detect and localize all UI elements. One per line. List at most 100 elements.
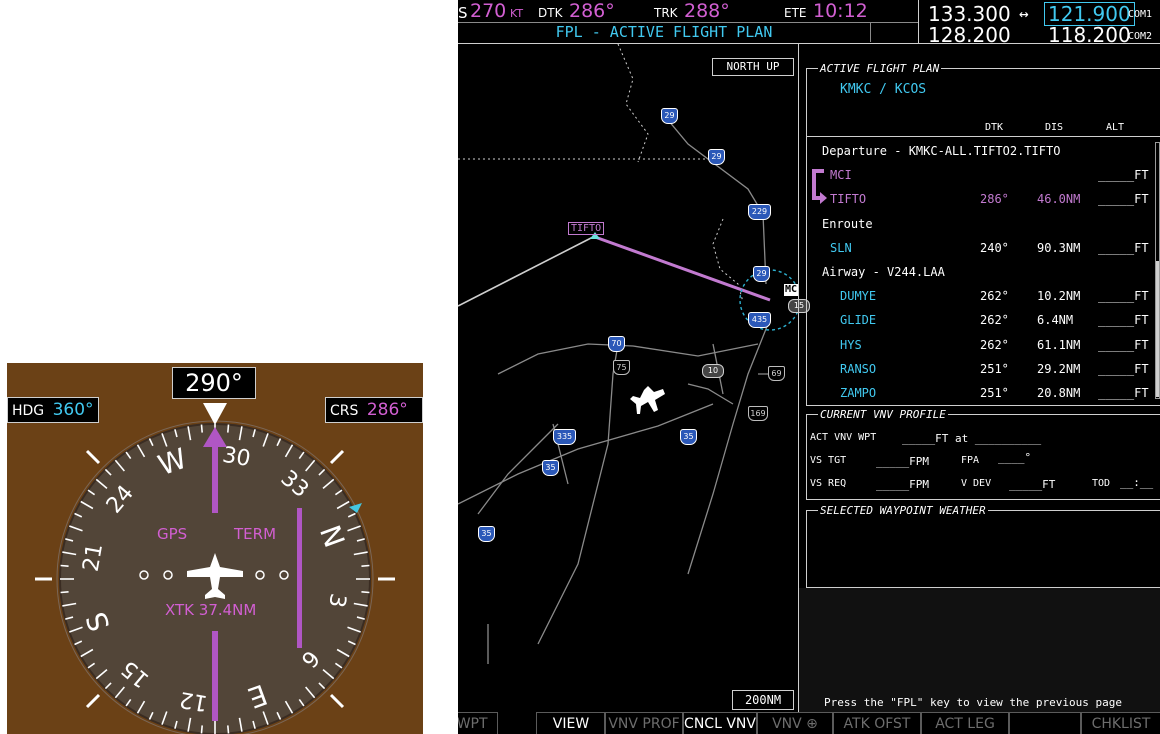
compass-tick [200,424,203,433]
trk-label: TRK [654,6,678,20]
com1-label: COM1 [1128,9,1153,20]
fpl-alt[interactable]: _____FT [1098,168,1149,182]
fpl-dtk: 262° [980,313,1009,328]
interstate-shield: 29 [753,266,770,282]
footer-hint: Press the "FPL" key to view the previous… [824,696,1123,709]
gs-prefix: S [458,4,468,22]
fpl-dtk: 251° [980,386,1009,400]
col-dis: DIS [1045,122,1064,133]
active-fpl-panel [806,68,1160,406]
softkey-chklist[interactable]: CHKLIST [1080,712,1160,734]
fpl-waypoint-name[interactable]: GLIDE [840,313,876,327]
xtk-readout: XTK 37.4NM [165,601,257,619]
crs-box[interactable]: CRS 286° [325,397,423,423]
compass-label: 21 [79,542,108,574]
fpl-alt[interactable]: _____FT [1098,338,1149,352]
fpl-alt[interactable]: _____FT [1098,362,1149,376]
page-title: FPL - ACTIVE FLIGHT PLAN [555,23,773,41]
softkey-act-leg[interactable]: ACT LEG [920,712,1010,734]
moving-map[interactable]: NORTH UP TIFTO MC 29 29 229 29 435 70 33… [458,44,810,712]
vs-tgt-label: VS TGT [810,455,847,466]
compass-tick [227,725,230,734]
tod-value: __:__ [1120,476,1154,489]
fpl-waypoint-name[interactable]: ZAMPO [840,386,876,400]
fpl-section-header[interactable]: Departure - KMKC-ALL.TIFTO2.TIFTO [822,144,1060,158]
ete-label: ETE [784,6,807,20]
dtk-value: 286° [569,0,615,22]
fpl-alt[interactable]: _____FT [1098,241,1149,255]
softkey-vnv-prof[interactable]: VNV PROF [604,712,684,734]
fpl-panel-title: ACTIVE FLIGHT PLAN [818,62,942,75]
fpl-dtk: 262° [980,337,1009,352]
fpa-value: ____° [998,451,1032,464]
nav-status-bar: S 270 KT DTK 286° TRK 288° ETE 10:12 [458,0,918,22]
active-leg-arrow-icon [812,169,827,204]
compass-label: 30 [220,443,252,472]
softkey-cncl-vnv[interactable]: CNCL VNV [682,712,758,734]
trk-value: 288° [684,0,730,22]
softkey-vnv-[interactable]: VNV ⊕ [756,712,834,734]
softkey-atk-ofst[interactable]: ATK OFST [832,712,922,734]
fpl-section-header[interactable]: Enroute [822,217,873,231]
col-dtk: DTK [985,122,1004,133]
interstate-shield: 29 [661,108,678,124]
fpl-waypoint-name[interactable]: MCI [830,168,852,182]
fpl-dis: 61.1NM [1037,337,1081,352]
fpl-waypoint-name[interactable]: HYS [840,338,862,352]
term-mode-label: TERM [234,525,277,543]
fpl-waypoint-name[interactable]: SLN [830,241,852,255]
fpl-alt[interactable]: _____FT [1098,386,1149,400]
tod-label: TOD [1092,478,1111,489]
fpl-dtk: 262° [980,289,1009,304]
fpl-route[interactable]: KMKC / KCOS [840,82,926,97]
fpl-waypoint-name[interactable]: RANSO [840,362,876,376]
fpl-dis: 29.2NM [1037,361,1081,376]
map-range[interactable]: 200NM [732,690,794,710]
interstate-shield: 35 [478,526,495,542]
interstate-shield: 35 [680,429,697,445]
waypoint-tifto-label[interactable]: TIFTO [568,222,605,235]
softkey-blank[interactable] [1008,712,1082,734]
hdg-label: HDG [12,403,45,419]
interstate-shield: 35 [542,460,559,476]
act-vnv-wpt-label: ACT VNV WPT [810,432,877,443]
fpl-dis: 90.3NM [1037,240,1081,255]
weather-panel-title: SELECTED WAYPOINT WEATHER [818,504,988,517]
fpl-alt[interactable]: _____FT [1098,289,1149,303]
fpl-dtk: 251° [980,361,1009,376]
map-orientation[interactable]: NORTH UP [712,58,794,76]
softkey-view[interactable]: VIEW [536,712,606,734]
fpl-dis: 46.0NM [1037,192,1081,207]
swap-arrow-icon[interactable]: ↔ [1019,4,1029,23]
interstate-shield: 335 [553,429,576,445]
fpl-alt[interactable]: _____FT [1098,313,1149,327]
airport-mc-label[interactable]: MC [784,284,799,296]
fpl-waypoint-name[interactable]: TIFTO [830,192,866,206]
compass-tick [60,591,69,594]
fpl-waypoint-name[interactable]: DUMYE [840,289,876,303]
softkey-w-wpt[interactable]: W WPT [458,712,498,734]
us-highway-shield: 69 [768,366,785,381]
hdg-box[interactable]: HDG 360° [7,397,99,423]
footer-area [799,588,1160,712]
fpl-scrollbar[interactable] [1155,142,1160,399]
fpl-section-header[interactable]: Airway - V244.LAA [822,265,945,279]
map-lines [458,44,798,664]
fpl-dis: 20.8NM [1037,386,1081,400]
fpl-alt[interactable]: _____FT [1098,192,1149,206]
crs-value: 286° [366,400,408,420]
vs-req-value: _____FPM [876,478,929,491]
vs-tgt-value: _____FPM [876,455,929,468]
vnv-panel-title: CURRENT VNV PROFILE [818,408,948,421]
gs-value: 270 [470,0,507,22]
com2-label: COM2 [1128,31,1153,42]
us-highway-shield: 75 [613,360,630,375]
fpa-label: FPA [961,455,980,466]
compass-tick [200,725,203,734]
fpl-dis: 6.4NM [1037,313,1074,328]
dtk-label: DTK [538,6,563,20]
compass-tick [227,424,230,433]
state-highway-shield: 10 [702,364,724,378]
compass-label: 12 [178,686,210,715]
vdev-label: V DEV [961,478,992,489]
